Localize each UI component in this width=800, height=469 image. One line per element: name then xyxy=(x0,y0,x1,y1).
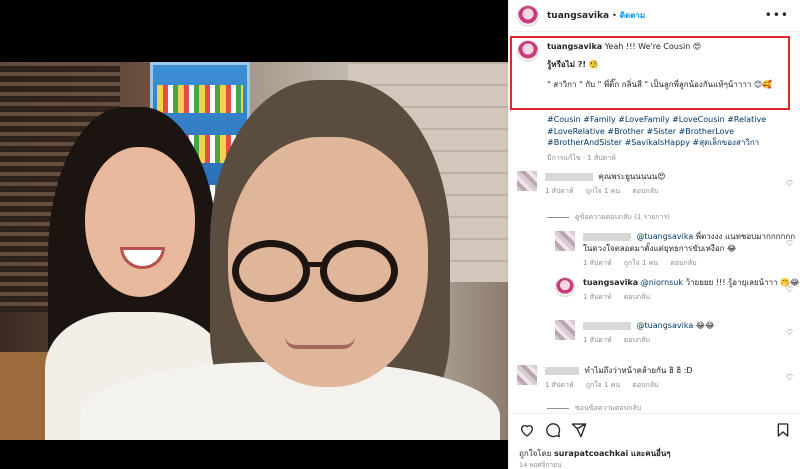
commenter-avatar[interactable] xyxy=(517,365,537,385)
comment-time: 1 สัปดาห์ xyxy=(583,336,612,344)
mention-link[interactable]: @tuangsavika xyxy=(637,232,694,241)
man-smile xyxy=(285,337,355,349)
woman-face xyxy=(85,147,195,297)
comment-text: คุณพระยูนนนนน😍 xyxy=(598,172,666,181)
like-heart-icon[interactable]: ♡ xyxy=(786,373,793,382)
reply-button[interactable]: ตอบกลับ xyxy=(624,293,650,301)
caption-username[interactable]: tuangsavika xyxy=(547,42,602,51)
comment-likes[interactable]: ถูกใจ 1 คน xyxy=(586,381,620,389)
comment: คุณพระยูนนนนน😍 1 สัปดาห์ ถูกใจ 1 คน ตอบก… xyxy=(517,171,800,197)
caption-meta: มีการแก้ไข · 1 สัปดาห์ xyxy=(547,154,616,162)
comment-icon[interactable] xyxy=(545,422,561,438)
more-options-icon[interactable]: ••• xyxy=(765,8,789,22)
comment-time: 1 สัปดาห์ xyxy=(583,259,612,267)
comment-time: 1 สัปดาห์ xyxy=(583,293,612,301)
mention-link[interactable]: @niornsuk xyxy=(641,278,683,287)
comment-text: ว้ายยยย !!! รู้อายุเลยน้าาา 🤭😂 xyxy=(685,278,800,287)
commenter-username-blurred[interactable] xyxy=(583,321,631,330)
caption-line1: Yeah !!! We're Cousin 😍 xyxy=(604,42,702,51)
reply-comment: @tuangsavika 😂😂 1 สัปดาห์ ตอบกลับ ♡ xyxy=(555,320,800,346)
commenter-avatar[interactable] xyxy=(555,277,575,297)
caption-line2: รู้หรือไม่ ?! 🧐 xyxy=(547,60,599,69)
post-actions: ถูกใจโดย surapatcoachkai และคนอื่นๆ 14 พ… xyxy=(509,413,800,469)
liked-by-others[interactable]: และคนอื่นๆ xyxy=(631,449,671,458)
follow-button[interactable]: ติดตาม xyxy=(620,9,645,22)
comment-likes[interactable]: ถูกใจ 1 คน xyxy=(624,259,658,267)
comment-time: 1 สัปดาห์ xyxy=(545,381,574,389)
caption-line3: " สาวิกา " กับ " พี่ติ๊ก กลิ่นสี " เป็นล… xyxy=(547,80,773,89)
author-avatar[interactable] xyxy=(517,4,539,27)
reply-button[interactable]: ตอบกลับ xyxy=(632,381,658,389)
caption-time: 1 สัปดาห์ xyxy=(587,154,616,162)
share-icon[interactable] xyxy=(571,422,587,438)
bookmark-icon[interactable] xyxy=(775,422,791,438)
reply-button[interactable]: ตอบกลับ xyxy=(632,187,658,195)
commenter-username-blurred[interactable] xyxy=(545,366,579,375)
like-heart-icon[interactable]: ♡ xyxy=(786,328,793,337)
comment-text: ทำไมถึงว่าหน้าคล้ายกัน ฮิ ฮิ :D xyxy=(584,366,693,375)
commenter-username[interactable]: tuangsavika xyxy=(583,278,638,287)
post-side-panel: tuangsavika • ติดตาม ••• tuangsavika Yea… xyxy=(508,0,800,469)
like-heart-icon[interactable]: ♡ xyxy=(786,179,793,188)
glasses-right-lens xyxy=(320,240,398,302)
commenter-username-blurred[interactable] xyxy=(583,232,631,241)
glasses-bridge xyxy=(306,262,324,267)
like-heart-icon[interactable]: ♡ xyxy=(786,285,793,294)
reply-comment: tuangsavika @niornsuk ว้ายยยย !!! รู้อาย… xyxy=(555,277,800,303)
reply-button[interactable]: ตอบกลับ xyxy=(670,259,696,267)
comment: ทำไมถึงว่าหน้าคล้ายกัน ฮิ ฮิ :D 1 สัปดาห… xyxy=(517,365,800,391)
comment-time: 1 สัปดาห์ xyxy=(545,187,574,195)
commenter-username-blurred[interactable] xyxy=(545,172,593,181)
liked-by-user[interactable]: surapatcoachkai xyxy=(554,449,628,458)
reply-comment: @tuangsavika พี่ตวงงง แนทชอบมากกกกกก ในด… xyxy=(555,231,800,269)
liked-by-prefix: ถูกใจโดย xyxy=(519,449,552,458)
commenter-avatar[interactable] xyxy=(517,171,537,191)
separator-dot: • xyxy=(612,11,617,20)
post-caption: tuangsavika Yeah !!! We're Cousin 😍 รู้ห… xyxy=(517,40,793,92)
post-date[interactable]: 14 พฤศจิกายน xyxy=(519,460,561,469)
edited-label: มีการแก้ไข xyxy=(547,154,581,162)
post-header: tuangsavika • ติดตาม ••• xyxy=(509,0,800,32)
glasses-left-lens xyxy=(232,240,310,302)
commenter-avatar[interactable] xyxy=(555,231,575,251)
caption-avatar[interactable] xyxy=(517,40,539,62)
selfie-image xyxy=(0,62,508,440)
caption-hashtags[interactable]: #Cousin #Family #LoveFamily #LoveCousin … xyxy=(547,114,799,149)
reply-button[interactable]: ตอบกลับ xyxy=(624,336,650,344)
author-username[interactable]: tuangsavika xyxy=(547,11,609,21)
mention-link[interactable]: @tuangsavika xyxy=(637,321,694,330)
instagram-post: tuangsavika • ติดตาม ••• tuangsavika Yea… xyxy=(0,0,800,469)
heart-icon[interactable] xyxy=(519,422,535,438)
post-photo[interactable] xyxy=(0,0,508,469)
comment-text: 😂😂 xyxy=(695,321,715,330)
view-replies-toggle[interactable]: ดูข้อความตอบกลับ (1 รายการ) xyxy=(547,212,670,223)
like-heart-icon[interactable]: ♡ xyxy=(786,239,793,248)
commenter-avatar[interactable] xyxy=(555,320,575,340)
comment-likes[interactable]: ถูกใจ 1 คน xyxy=(586,187,620,195)
liked-by-line: ถูกใจโดย surapatcoachkai และคนอื่นๆ xyxy=(519,447,671,460)
